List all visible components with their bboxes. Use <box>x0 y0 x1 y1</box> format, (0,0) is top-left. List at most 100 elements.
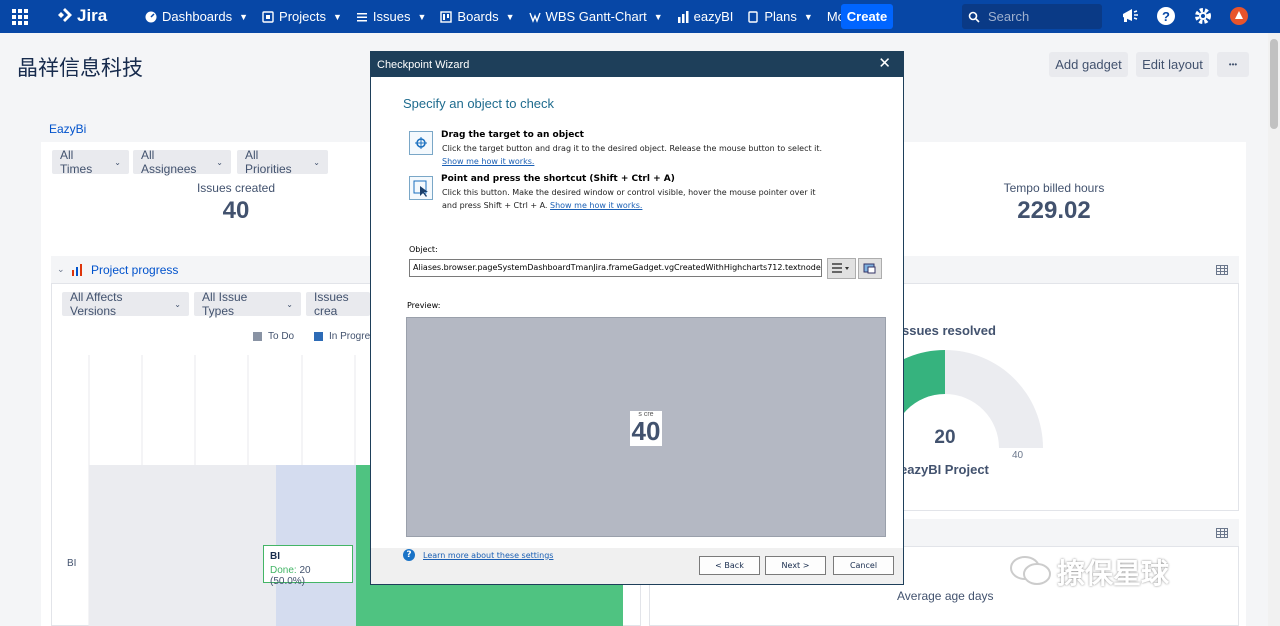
settings-gear-icon[interactable] <box>1193 6 1213 26</box>
show-me-link-drag[interactable]: Show me how it works. <box>442 155 534 168</box>
close-icon[interactable]: ✕ <box>878 56 891 71</box>
bar-segment-todo[interactable] <box>89 465 276 626</box>
chevron-down-icon: ▼ <box>653 11 663 22</box>
jira-logo-icon <box>58 8 72 22</box>
filter-issues-created[interactable]: Issues crea <box>306 290 370 318</box>
filter-label: All Assignees <box>141 148 197 176</box>
dashboard-icon <box>145 11 157 23</box>
project-progress-title[interactable]: Project progress <box>91 263 178 277</box>
target-button[interactable] <box>409 131 433 155</box>
learn-more-link[interactable]: Learn more about these settings <box>423 551 553 560</box>
checkpoint-wizard-dialog: Checkpoint Wizard ✕ Specify an object to… <box>370 51 904 585</box>
legend-label: In Progre <box>329 331 371 342</box>
nav-eazybi[interactable]: eazyBI <box>670 0 741 33</box>
bar-chart-icon <box>72 264 82 276</box>
nav-projects[interactable]: Projects ▼ <box>255 0 349 33</box>
point-shortcut-button[interactable] <box>409 176 433 200</box>
plans-icon <box>747 10 759 23</box>
average-age-title: Average age days <box>897 589 994 603</box>
dialog-heading: Specify an object to check <box>403 96 555 111</box>
eazybi-icon <box>677 10 689 23</box>
table-view-icon[interactable] <box>1216 265 1228 275</box>
notifications-icon[interactable] <box>1120 6 1140 26</box>
filter-all-priorities[interactable]: All Priorities ⌄ <box>237 148 328 176</box>
chevron-down-icon: ▼ <box>239 11 249 22</box>
filter-label: All Times <box>60 148 93 176</box>
filter-label: All Affects Versions <box>70 290 123 318</box>
gadget-title[interactable]: EazyBi <box>49 122 86 136</box>
back-button[interactable]: < Back <box>699 556 760 575</box>
page-scrollbar[interactable] <box>1268 33 1280 626</box>
wechat-icon <box>1010 556 1051 585</box>
kpi-tempo-hours-label: Tempo billed hours <box>1003 181 1105 195</box>
more-actions-button[interactable]: ••• <box>1217 52 1249 77</box>
filter-label: Issues crea <box>314 290 349 318</box>
option-drag-title: Drag the target to an object <box>441 130 584 140</box>
table-view-icon[interactable] <box>1216 528 1228 538</box>
help-icon: ? <box>403 549 415 561</box>
add-gadget-button[interactable]: Add gadget <box>1049 52 1128 77</box>
nav-boards[interactable]: Boards ▼ <box>433 0 521 33</box>
option-point-desc2: and press Shift + Ctrl + A. <box>442 201 548 210</box>
collapse-chevron-icon[interactable]: ⌄ <box>57 264 65 275</box>
object-browser-icon <box>863 263 876 274</box>
next-button[interactable]: Next > <box>765 556 826 575</box>
scrollbar-thumb[interactable] <box>1270 39 1278 129</box>
create-button[interactable]: Create <box>841 4 893 29</box>
gauge-subtitle: eazyBI Project <box>900 462 989 477</box>
object-browser-button[interactable] <box>858 258 882 279</box>
chevron-down-icon: ▼ <box>803 11 813 22</box>
nav-issues[interactable]: Issues ▼ <box>349 0 434 33</box>
top-navigation: Jira Dashboards ▼ Projects ▼ Issues ▼ Boards ▼ W… <box>0 0 1280 33</box>
filter-issue-types[interactable]: All Issue Types ⌄ <box>194 290 301 318</box>
jira-logo[interactable]: Jira <box>57 6 107 26</box>
nav-item-label: Dashboards <box>162 9 233 24</box>
dialog-titlebar: Checkpoint Wizard ✕ <box>371 52 903 77</box>
nav-item-label: eazyBI <box>693 9 734 24</box>
object-list-dropdown-button[interactable] <box>827 258 856 279</box>
projects-icon <box>262 10 274 23</box>
legend-item-todo[interactable]: To Do <box>253 331 294 342</box>
avatar[interactable] <box>1229 6 1249 26</box>
chevron-down-icon: ⌄ <box>174 299 181 309</box>
search-icon <box>968 11 980 23</box>
svg-text:?: ? <box>1162 9 1170 24</box>
preview-area: s cre 40 <box>406 317 886 537</box>
dialog-body: Specify an object to check Drag the targ… <box>371 77 903 561</box>
show-me-link-point[interactable]: Show me how it works. <box>550 201 642 210</box>
object-label: Object: <box>409 245 438 254</box>
chevron-down-icon: ▼ <box>505 11 515 22</box>
chevron-down-icon: ⌄ <box>114 157 121 167</box>
filter-label: All Issue Types <box>202 290 248 318</box>
preview-label: Preview: <box>407 301 441 310</box>
chevron-down-icon: ⌄ <box>216 157 223 167</box>
search-input[interactable]: Search <box>962 4 1102 29</box>
boards-icon <box>440 10 453 23</box>
object-field[interactable]: Aliases.browser.pageSystemDashboardTmanJ… <box>409 259 822 277</box>
dialog-title: Checkpoint Wizard <box>377 58 470 71</box>
issues-icon <box>356 11 368 23</box>
nav-plans[interactable]: Plans ▼ <box>740 0 819 33</box>
edit-layout-button[interactable]: Edit layout <box>1136 52 1209 77</box>
option-point-title: Point and press the shortcut (Shift + Ct… <box>441 174 675 184</box>
nav-wbs-gantt-chart[interactable]: WBS Gantt-Chart ▼ <box>522 0 670 33</box>
option-point-desc1: Click this button. Make the desired wind… <box>442 188 816 197</box>
nav-item-label: WBS Gantt-Chart <box>545 9 647 24</box>
legend-swatch <box>253 332 262 341</box>
chart-row-label: BI <box>67 558 77 569</box>
tooltip-series: Done: <box>270 565 297 576</box>
legend-label: To Do <box>268 331 295 342</box>
nav-dashboards[interactable]: Dashboards ▼ <box>138 0 255 33</box>
tooltip-title: BI <box>270 551 280 562</box>
app-switcher-icon[interactable] <box>12 9 28 25</box>
help-icon[interactable]: ? <box>1156 6 1176 26</box>
filter-affects-versions[interactable]: All Affects Versions ⌄ <box>62 290 189 318</box>
gauge-value: 20 <box>934 427 956 448</box>
filter-all-times[interactable]: All Times ⌄ <box>52 148 129 176</box>
chevron-down-icon: ⌄ <box>313 157 320 167</box>
legend-item-in-progress[interactable]: In Progre <box>314 331 370 342</box>
filter-all-assignees[interactable]: All Assignees ⌄ <box>133 148 231 176</box>
cancel-button[interactable]: Cancel <box>833 556 894 575</box>
crosshair-target-icon <box>415 137 427 149</box>
legend-swatch <box>314 332 323 341</box>
